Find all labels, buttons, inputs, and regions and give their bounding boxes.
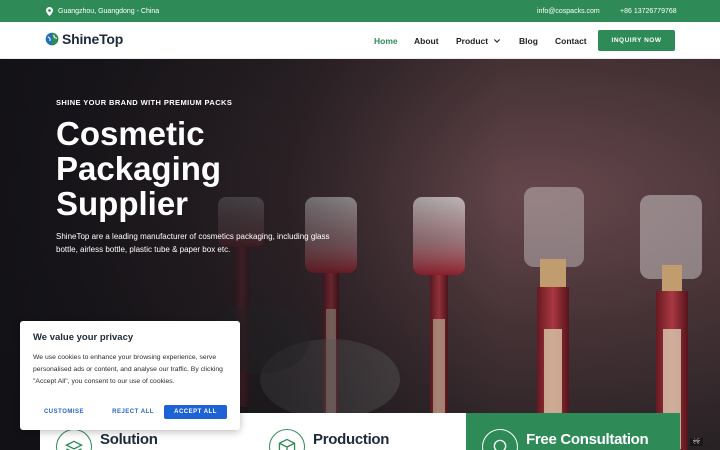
cookie-title: We value your privacy [33, 332, 134, 343]
phone-link[interactable]: +86 13726779768 [620, 0, 677, 22]
hero-description: ShineTop are a leading manufacturer of c… [56, 232, 330, 254]
email-link[interactable]: info@cospacks.com [537, 0, 600, 22]
nav-product[interactable]: Product [456, 22, 501, 59]
top-info-bar: Guangzhou, Guangdong - China info@cospac… [0, 0, 720, 22]
map-pin-icon [46, 6, 53, 16]
card-production-title: Production [313, 431, 390, 448]
nav-home[interactable]: Home [374, 22, 398, 59]
accept-all-button[interactable]: ACCEPT ALL [164, 405, 227, 419]
card-free-consultation[interactable]: Free Consultation [466, 413, 680, 450]
box-icon [269, 429, 305, 450]
nav-about[interactable]: About [414, 22, 439, 59]
hero-tagline: SHINE YOUR BRAND WITH PREMIUM PACKS [56, 98, 233, 107]
reject-all-button[interactable]: REJECT ALL [102, 405, 164, 419]
cookie-text: We use cookies to enhance your browsing … [33, 354, 223, 385]
customise-button[interactable]: CUSTOMISE [33, 405, 95, 419]
card-production[interactable]: Production [253, 413, 466, 450]
nav-blog[interactable]: Blog [519, 22, 538, 59]
cookie-consent-banner: We value your privacy We use cookies to … [20, 321, 240, 430]
chevron-down-icon [494, 38, 501, 43]
layers-icon [56, 429, 92, 450]
hero-headline: Cosmetic Packaging Supplier [56, 115, 222, 222]
site-logo[interactable]: ShineTop [45, 31, 123, 47]
main-navbar: ShineTop Home About Product Blog Contact… [0, 22, 720, 59]
nav-contact[interactable]: Contact [555, 22, 587, 59]
chat-icon [482, 429, 518, 450]
logo-text: ShineTop [62, 31, 124, 47]
logo-globe-icon [45, 32, 59, 46]
location-info: Guangzhou, Guangdong - China [46, 0, 159, 22]
inquiry-now-button[interactable]: INQUIRY NOW [598, 30, 675, 51]
corner-badge: ਏਓ [690, 438, 703, 446]
card-consultation-title: Free Consultation [526, 431, 649, 448]
card-solution-title: Solution [100, 431, 158, 448]
location-text: Guangzhou, Guangdong - China [58, 7, 160, 15]
nav-product-label: Product [456, 35, 489, 46]
cookie-buttons: CUSTOMISE REJECT ALL ACCEPT ALL [33, 405, 227, 419]
